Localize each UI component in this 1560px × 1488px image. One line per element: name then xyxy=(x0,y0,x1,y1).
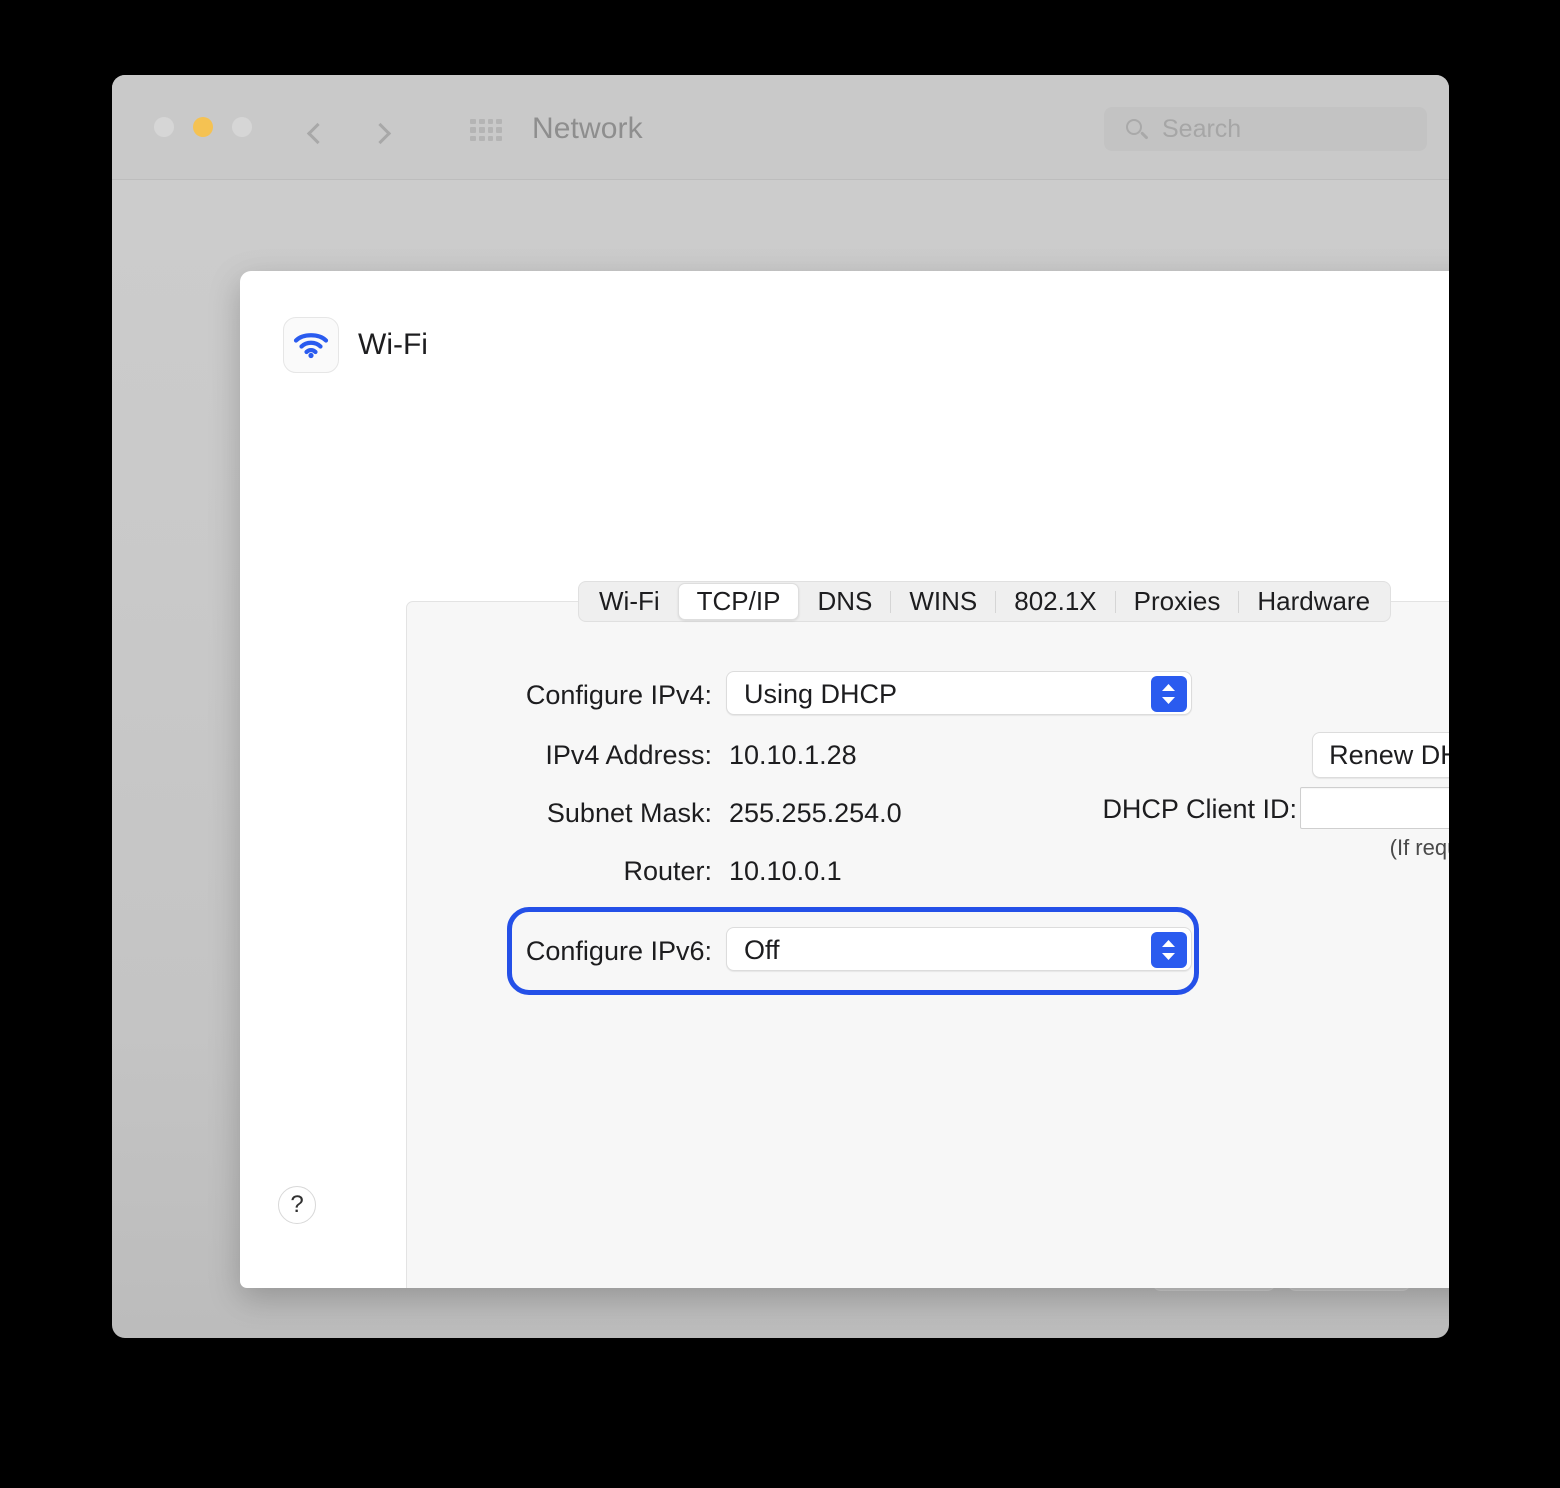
grid-dot xyxy=(487,119,494,125)
grid-dot xyxy=(496,135,502,141)
search-field[interactable]: Search xyxy=(1104,107,1427,151)
tab-tcpip[interactable]: TCP/IP xyxy=(677,583,800,620)
dhcp-client-id-hint: (If required) xyxy=(1389,835,1449,860)
chevron-updown-icon[interactable] xyxy=(1151,676,1187,712)
settings-tabbar: Wi-Fi TCP/IP DNS WINS 802.1X Proxies Har… xyxy=(578,581,1392,622)
tab-8021x[interactable]: 802.1X xyxy=(996,583,1114,620)
tcpip-form: Configure IPv4: Using DHCP IPv4 Address:… xyxy=(407,602,1449,1288)
chevron-updown-icon[interactable] xyxy=(1151,932,1187,968)
navigation-arrows xyxy=(306,111,392,145)
window-titlebar: Network Search xyxy=(112,75,1449,180)
grid-dot xyxy=(487,135,494,141)
renew-dhcp-lease-button[interactable]: Renew DHCP Lease xyxy=(1312,732,1449,778)
grid-dot xyxy=(470,135,476,141)
grid-dot xyxy=(487,127,494,133)
tab-proxies[interactable]: Proxies xyxy=(1116,583,1239,620)
router-value: 10.10.0.1 xyxy=(729,856,842,886)
dhcp-client-id-label: DHCP Client ID: xyxy=(1102,794,1297,824)
configure-ipv4-popup[interactable]: Using DHCP xyxy=(726,671,1192,715)
grid-dot xyxy=(496,119,502,125)
grid-dot xyxy=(470,119,476,125)
configure-ipv6-label: Configure IPv6: xyxy=(525,936,712,966)
tab-wins[interactable]: WINS xyxy=(891,583,995,620)
traffic-lights xyxy=(154,117,252,137)
tab-wifi[interactable]: Wi-Fi xyxy=(581,583,678,620)
subnet-mask-label: Subnet Mask: xyxy=(546,798,712,828)
tab-hardware[interactable]: Hardware xyxy=(1239,583,1388,620)
search-placeholder: Search xyxy=(1162,115,1242,143)
configure-ipv6-popup[interactable]: Off xyxy=(726,927,1192,971)
router-label: Router: xyxy=(623,856,712,886)
grid-dot xyxy=(478,127,485,133)
close-window-button[interactable] xyxy=(154,117,174,137)
grid-dot xyxy=(478,119,485,125)
tab-dns[interactable]: DNS xyxy=(799,583,890,620)
service-header: Wi-Fi xyxy=(283,317,428,373)
tcpip-settings-sheet: Wi-Fi Wi-Fi TCP/IP DNS WINS 802.1X Proxi… xyxy=(240,271,1449,1288)
zoom-window-button[interactable] xyxy=(232,117,252,137)
ipv4-address-label: IPv4 Address: xyxy=(545,740,712,770)
wifi-icon xyxy=(283,317,339,373)
back-arrow-icon[interactable] xyxy=(306,122,329,145)
show-all-grid-icon[interactable] xyxy=(470,119,502,141)
service-name: Wi-Fi xyxy=(358,328,428,361)
help-button[interactable]: ? xyxy=(278,1186,316,1224)
subnet-mask-value: 255.255.254.0 xyxy=(729,798,902,828)
search-icon xyxy=(1126,119,1142,135)
forward-arrow-icon[interactable] xyxy=(369,122,392,145)
ipv4-address-value: 10.10.1.28 xyxy=(729,740,857,770)
dhcp-client-id-input[interactable] xyxy=(1300,787,1449,829)
configure-ipv4-label: Configure IPv4: xyxy=(525,680,712,710)
grid-dot xyxy=(470,127,476,133)
grid-dot xyxy=(478,135,485,141)
configure-ipv4-value: Using DHCP xyxy=(744,679,898,709)
tcpip-content-panel: Configure IPv4: Using DHCP IPv4 Address:… xyxy=(406,601,1449,1288)
configure-ipv6-value: Off xyxy=(744,935,780,965)
window-title: Network xyxy=(532,112,643,145)
network-preferences-window: Network Search Revert Apply Wi-Fi xyxy=(112,75,1449,1338)
minimize-window-button[interactable] xyxy=(193,117,213,137)
grid-dot xyxy=(496,127,502,133)
